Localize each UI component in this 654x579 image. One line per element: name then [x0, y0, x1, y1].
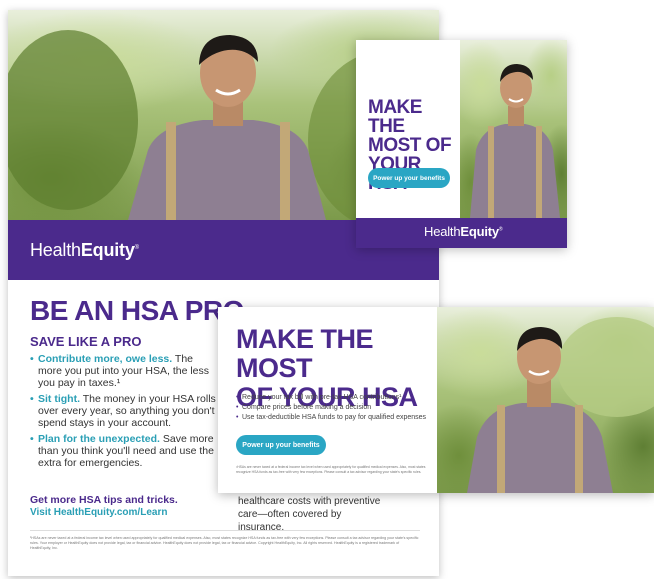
healthequity-logo: HealthEquity® — [30, 240, 139, 260]
flyer-subtitle: SAVE LIKE A PRO — [30, 334, 142, 349]
smiling-man-photo — [470, 64, 560, 218]
list-item: Compare prices before making a decision — [236, 403, 436, 413]
flyer-partial-text: healthcare costs with preventive care—of… — [238, 496, 381, 533]
email-photo — [437, 307, 654, 493]
flyer-bullet-list: Contribute more, owe less. The more you … — [30, 353, 216, 473]
banner-photo — [460, 40, 567, 218]
smiling-man-photo — [467, 317, 654, 493]
tips-heading: Get more HSA tips and tricks. — [30, 494, 178, 506]
power-up-button[interactable]: Power up your benefits — [368, 168, 450, 188]
list-item: Contribute more, owe less. The more you … — [30, 353, 216, 389]
banner-brand-band: HealthEquity® — [356, 218, 567, 248]
learn-link[interactable]: Visit HealthEquity.com/Learn — [30, 507, 167, 518]
list-item: Plan for the unexpected. Save more than … — [30, 433, 216, 469]
divider — [30, 530, 420, 531]
healthequity-logo: HealthEquity® — [424, 224, 503, 239]
power-up-button[interactable]: Power up your benefits — [236, 435, 326, 455]
list-item: Reduce your tax bill with pre-tax HSA co… — [236, 393, 436, 403]
display-banner: MAKE THE MOST OF YOUR HSA Power up your … — [356, 40, 567, 248]
email-benefit-list: Reduce your tax bill with pre-tax HSA co… — [236, 393, 436, 423]
list-item: Use tax-deductible HSA funds to pay for … — [236, 413, 436, 423]
email-banner: MAKE THE MOST OF YOUR HSA Reduce your ta… — [218, 307, 654, 493]
email-fine-print: ¹HSAs are never taxed at a federal incom… — [236, 465, 426, 474]
list-item: Sit tight. The money in your HSA rolls o… — [30, 393, 216, 429]
flyer-title: BE AN HSA PRO — [30, 295, 244, 326]
flyer-fine-print: ¹HSAs are never taxed at a federal incom… — [30, 536, 419, 550]
